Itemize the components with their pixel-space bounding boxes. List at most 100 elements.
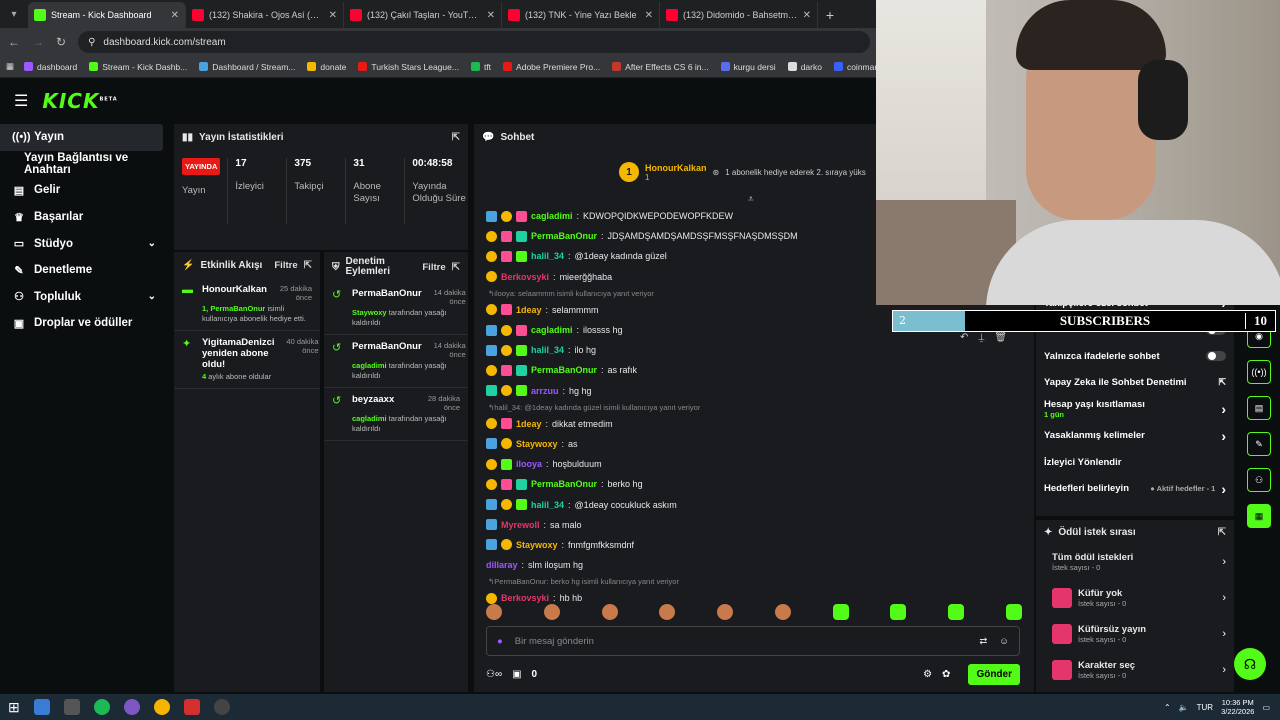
chat-message[interactable]: halil_34: @1deay cocukluck askım bbox=[486, 494, 1016, 514]
emoji-icon[interactable]: ☺ bbox=[999, 636, 1009, 647]
popout-icon[interactable]: ⇱ bbox=[1218, 527, 1226, 538]
chat-username[interactable]: Berkovsyki bbox=[501, 272, 549, 282]
close-icon[interactable]: ✕ bbox=[171, 10, 179, 21]
discord-icon[interactable] bbox=[123, 699, 140, 715]
chat-username[interactable]: 1deay bbox=[516, 305, 542, 315]
chat-message[interactable]: dillaray: slm iloşum hg bbox=[486, 555, 1016, 575]
chevron-down-icon[interactable]: ⌄ bbox=[148, 238, 156, 249]
translate-icon[interactable]: ⇄ bbox=[979, 636, 987, 647]
chevron-right-icon[interactable]: › bbox=[1222, 628, 1226, 640]
setting-row[interactable]: Hesap yaşı kısıtlaması 1 gün › bbox=[1036, 396, 1234, 423]
wrench-tool-icon[interactable]: ✎ bbox=[1247, 432, 1271, 456]
chat-username[interactable]: halil_34 bbox=[531, 251, 564, 261]
bookmark-item[interactable]: Adobe Premiere Pro... bbox=[503, 62, 600, 72]
activity-filter-button[interactable]: Filtre bbox=[274, 260, 297, 271]
chat-message[interactable]: Staywoxy: fnmfgmfkksmdnf bbox=[486, 535, 1016, 555]
chat-message[interactable]: PermaBanOnur: as rafık bbox=[486, 360, 1016, 380]
toggle-switch[interactable] bbox=[1206, 351, 1226, 362]
bookmark-item[interactable]: tft bbox=[470, 62, 491, 72]
broadcast-tool-icon[interactable]: ((•)) bbox=[1247, 360, 1271, 384]
emote-icon[interactable] bbox=[717, 604, 734, 620]
points-tool-icon[interactable]: ⚇ bbox=[1247, 468, 1271, 492]
chat-message[interactable]: arrzuu: hg hg bbox=[486, 381, 1016, 401]
sidebar-item-1[interactable]: Yayın Bağlantısı ve Anahtarı bbox=[0, 151, 170, 178]
reward-item[interactable]: Karakter seç İstek sayısı - 0 › bbox=[1036, 652, 1234, 688]
chrome-icon[interactable] bbox=[153, 699, 170, 715]
reward-item[interactable]: Tüm ödül istekleri İstek sayısı - 0 › bbox=[1036, 544, 1234, 580]
chat-username[interactable]: halil_34 bbox=[531, 500, 564, 510]
emote-icon[interactable] bbox=[774, 604, 791, 620]
chat-username[interactable]: cagladimi bbox=[531, 211, 573, 221]
close-icon[interactable]: ✕ bbox=[329, 10, 337, 21]
browser-tab[interactable]: Stream - Kick Dashboard ✕ bbox=[28, 2, 186, 28]
bookmark-item[interactable]: Dashboard / Stream... bbox=[199, 62, 295, 72]
bookmark-item[interactable]: donate bbox=[307, 62, 346, 72]
chat-message[interactable]: Myrewoll: sa malo bbox=[486, 515, 1016, 535]
chevron-right-icon[interactable]: › bbox=[1222, 556, 1226, 568]
sidebar-item-4[interactable]: ▭ Stüdyo ⌄ bbox=[0, 230, 170, 257]
chevron-right-icon[interactable]: › bbox=[1221, 401, 1226, 417]
kick-logo[interactable]: KICKBETA bbox=[42, 89, 117, 113]
gift-box-icon[interactable]: ▣ bbox=[512, 669, 521, 680]
chat-username[interactable]: ilooya bbox=[516, 459, 542, 469]
close-icon[interactable]: ✕ bbox=[487, 10, 495, 21]
chevron-right-icon[interactable]: › bbox=[1221, 481, 1226, 497]
site-info-icon[interactable]: ⚲ bbox=[88, 37, 95, 48]
chat-input[interactable]: ● Bir mesaj gönderin ⇄ ☺ bbox=[486, 626, 1020, 656]
sidebar-item-2[interactable]: ▤ Gelir bbox=[0, 177, 170, 204]
chat-username[interactable]: PermaBanOnur bbox=[531, 479, 597, 489]
url-field[interactable]: ⚲ dashboard.kick.com/stream bbox=[78, 31, 870, 53]
clapper-tool-icon[interactable]: ▦ bbox=[1247, 504, 1271, 528]
popout-icon[interactable]: ⇱ bbox=[304, 260, 312, 271]
send-button[interactable]: Gönder bbox=[968, 663, 1020, 685]
reply-icon[interactable]: ↶ bbox=[960, 332, 968, 343]
chat-message[interactable]: 1deay: dikkat etmedim bbox=[486, 414, 1016, 434]
chat-username[interactable]: cagladimi bbox=[531, 325, 573, 335]
bookmark-item[interactable]: Stream - Kick Dashb... bbox=[89, 62, 187, 72]
sidebar-item-0[interactable]: ((•)) Yayın bbox=[0, 124, 163, 151]
browser-tab[interactable]: (132) Shakira - Ojos Así (Official ✕ bbox=[186, 2, 344, 28]
back-icon[interactable]: ← bbox=[8, 35, 20, 49]
emote-icon[interactable] bbox=[890, 604, 907, 620]
setting-row[interactable]: Yalnızca ifadelerle sohbet bbox=[1036, 343, 1234, 370]
setting-row[interactable]: Yasaklanmış kelimeler › bbox=[1036, 423, 1234, 450]
chat-username[interactable]: halil_34 bbox=[531, 345, 564, 355]
emote-icon[interactable] bbox=[486, 604, 502, 620]
settings-gear-icon[interactable]: ⚙ bbox=[923, 669, 932, 680]
bookmark-item[interactable]: darko bbox=[787, 62, 822, 72]
bookmark-item[interactable]: After Effects CS 6 in... bbox=[612, 62, 709, 72]
pin-icon[interactable]: ⍊ bbox=[978, 332, 984, 343]
tab-search-icon[interactable]: ▾ bbox=[0, 0, 28, 28]
emote-icon[interactable] bbox=[948, 604, 965, 620]
emote-icon[interactable] bbox=[543, 604, 560, 620]
emote-icon[interactable] bbox=[601, 604, 618, 620]
clock[interactable]: 10:36 PM 3/22/2026 bbox=[1221, 698, 1254, 716]
sidebar-item-5[interactable]: ✎ Denetleme bbox=[0, 257, 170, 284]
emote-icon[interactable] bbox=[1005, 604, 1022, 620]
close-icon[interactable]: ✕ bbox=[803, 10, 811, 21]
external-link-icon[interactable]: ⇱ bbox=[1218, 377, 1226, 388]
emote-picker-icon[interactable]: ✿ bbox=[942, 669, 950, 680]
app-icon[interactable] bbox=[33, 699, 50, 715]
emote-icon[interactable] bbox=[659, 604, 676, 620]
reload-icon[interactable]: ↻ bbox=[56, 35, 66, 49]
popout-icon[interactable]: ⇱ bbox=[452, 262, 460, 273]
chat-message[interactable]: Staywoxy: as bbox=[486, 434, 1016, 454]
chat-username[interactable]: Myrewoll bbox=[501, 520, 540, 530]
app-icon[interactable] bbox=[63, 699, 80, 715]
bookmark-item[interactable]: coinmarket bbox=[833, 62, 876, 72]
chevron-right-icon[interactable]: › bbox=[1222, 664, 1226, 676]
chat-message[interactable]: ilooya: hoşbulduum bbox=[486, 454, 1016, 474]
chat-username[interactable]: PermaBanOnur bbox=[531, 231, 597, 241]
spotify-icon[interactable] bbox=[93, 699, 110, 715]
setting-row[interactable]: Yapay Zeka ile Sohbet Denetimi ⇱ bbox=[1036, 370, 1234, 397]
browser-tab[interactable]: (132) TNK - Yine Yazı Bekle ✕ bbox=[502, 2, 660, 28]
bookmark-item[interactable]: Turkish Stars League... bbox=[358, 62, 459, 72]
volume-icon[interactable]: 🔈 bbox=[1179, 703, 1189, 712]
sidebar-item-6[interactable]: ⚇ Topluluk ⌄ bbox=[0, 284, 170, 311]
chevron-right-icon[interactable]: › bbox=[1221, 428, 1226, 444]
tray-up-icon[interactable]: ⌃ bbox=[1164, 703, 1171, 712]
browser-tab[interactable]: (132) Çakıl Taşları - YouTube ✕ bbox=[344, 2, 502, 28]
pinned-gift-banner[interactable]: 1 HonourKalkan 1 ⊛ 1 abonelik hediye ede… bbox=[619, 160, 879, 184]
obs-icon[interactable] bbox=[213, 699, 230, 715]
